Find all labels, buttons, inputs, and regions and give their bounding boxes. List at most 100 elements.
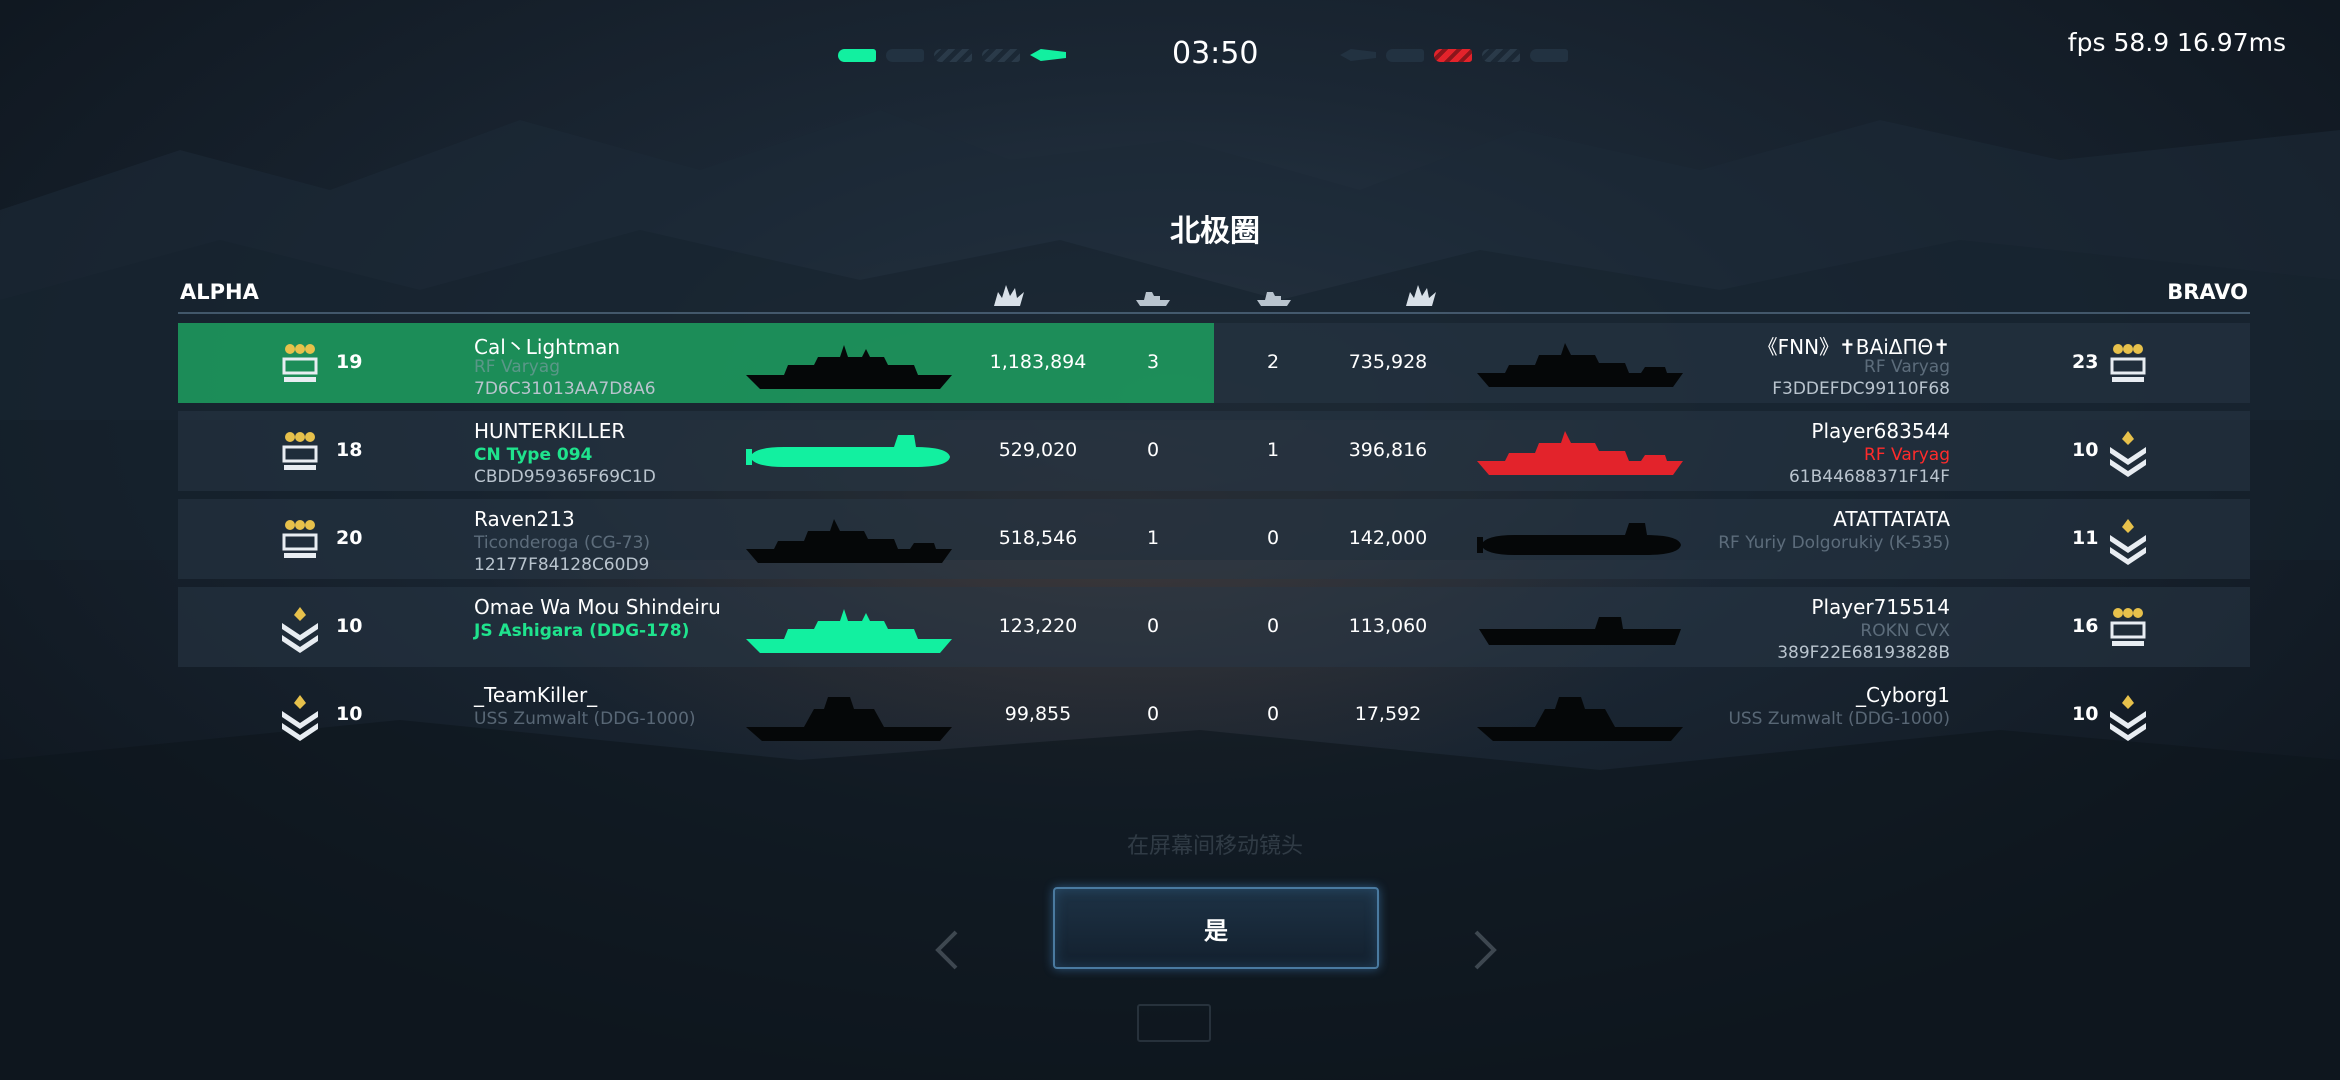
confirm-button[interactable]: 是 [1053, 887, 1379, 969]
scoreboard-row: 19 Cal丶Lightman RF Varyag 7D6C31013AA7D8A6 1… [178, 323, 2250, 403]
alpha-damage: 1,183,894 [989, 351, 1087, 373]
faint-ui-frame [1137, 1004, 1211, 1042]
alpha-kills: 3 [1146, 351, 1160, 373]
enemy-marker [1434, 48, 1472, 62]
bravo-damage: 113,060 [1348, 615, 1428, 637]
ship-kills-icon [1257, 292, 1291, 306]
player-name[interactable]: _Cyborg1 [1856, 683, 1950, 707]
player-level: 16 [2072, 615, 2099, 637]
rank-three-stars-icon [276, 341, 324, 389]
destroyer-silhouette-icon [744, 599, 954, 659]
alpha-damage: 99,855 [1004, 703, 1072, 725]
damage-icon [1406, 285, 1436, 306]
team-bravo-label: BRAVO [2167, 280, 2248, 304]
rank-chevrons-icon [2104, 429, 2152, 477]
player-name[interactable]: Cal丶Lightman [474, 331, 620, 360]
chevron-right-icon[interactable] [1470, 930, 1500, 970]
bravo-damage: 17,592 [1354, 703, 1422, 725]
match-timer: 03:50 [1172, 36, 1259, 71]
cruiser-silhouette-icon [1475, 423, 1685, 483]
ship-name: JS Ashigara (DDG-178) [474, 621, 690, 641]
scoreboard-row: 18 HUNTERKILLER CN Type 094 CBDD959365F69C1… [178, 411, 2250, 491]
player-name[interactable]: HUNTERKILLER [474, 419, 625, 443]
player-level: 10 [336, 703, 363, 725]
top-bar: 03:50 fps 58.9 16.97ms [0, 0, 2340, 100]
player-level: 18 [336, 439, 363, 461]
cruiser-silhouette-icon [1475, 335, 1685, 395]
ship-name: CN Type 094 [474, 445, 593, 465]
ship-name: RF Yuriy Dolgorukiy (K-535) [1718, 533, 1950, 553]
damage-icon [994, 285, 1024, 306]
alpha-kills: 1 [1146, 527, 1160, 549]
team-alpha-label: ALPHA [180, 280, 259, 304]
alpha-damage: 529,020 [998, 439, 1078, 461]
stealth-destroyer-silhouette-icon [1475, 687, 1685, 747]
bravo-kills: 0 [1266, 703, 1280, 725]
ship-name: RF Varyag [1864, 445, 1950, 465]
player-level: 19 [336, 351, 363, 373]
player-name[interactable]: Omae Wa Mou Shindeiru [474, 595, 721, 619]
cruiser-silhouette-icon [744, 511, 954, 571]
ship-name: RF Varyag [1864, 357, 1950, 377]
camera-hint-text: 在屏幕间移动镜头 [1126, 834, 1303, 859]
player-id: 12177F84128C60D9 [474, 555, 650, 575]
ally-marker [838, 48, 876, 62]
player-id: 389F22E68193828B [1777, 643, 1950, 663]
player-id: 7D6C31013AA7D8A6 [474, 379, 656, 399]
enemy-marker [1340, 49, 1376, 61]
alpha-damage: 123,220 [998, 615, 1078, 637]
stealth-destroyer-silhouette-icon [744, 687, 954, 747]
alpha-kills: 0 [1146, 615, 1160, 637]
enemy-marker [1386, 48, 1424, 62]
alpha-damage: 518,546 [998, 527, 1078, 549]
player-name[interactable]: Raven213 [474, 507, 575, 531]
rank-chevrons-icon [2104, 693, 2152, 741]
map-title: 北极圈 [1170, 214, 1260, 249]
rank-chevrons-icon [2104, 517, 2152, 565]
enemy-ship-markers [1340, 44, 1568, 66]
enemy-marker [1482, 48, 1520, 62]
player-name[interactable]: _TeamKiller_ [474, 683, 597, 707]
player-level: 10 [2072, 703, 2099, 725]
submarine-silhouette-icon [744, 423, 954, 483]
scoreboard-row: 10 Omae Wa Mou Shindeiru JS Ashigara (DDG-… [178, 587, 2250, 667]
player-name[interactable]: Player715514 [1811, 595, 1950, 619]
ship-name: USS Zumwalt (DDG-1000) [1728, 709, 1950, 729]
fps-counter: fps 58.9 16.97ms [2067, 28, 2286, 57]
carrier-silhouette-icon [1475, 599, 1685, 659]
rank-four-stars-icon [2104, 605, 2152, 653]
bravo-damage: 142,000 [1348, 527, 1428, 549]
ally-marker [934, 48, 972, 62]
ship-name: RF Varyag [474, 357, 560, 377]
alpha-kills: 0 [1146, 703, 1160, 725]
bravo-kills: 0 [1266, 527, 1280, 549]
header-divider [178, 312, 2250, 314]
ship-name: Ticonderoga (CG-73) [474, 533, 651, 553]
ship-name: ROKN CVX [1860, 621, 1950, 641]
bravo-damage: 735,928 [1348, 351, 1428, 373]
player-name[interactable]: Player683544 [1811, 419, 1950, 443]
ally-marker [1030, 49, 1066, 61]
rank-chevrons-icon [276, 693, 324, 741]
ally-ship-markers [838, 44, 1066, 66]
player-id: CBDD959365F69C1D [474, 467, 656, 487]
chevron-left-icon[interactable] [932, 930, 962, 970]
rank-chevrons-icon [276, 605, 324, 653]
player-name[interactable]: 《FNN》✝ВАіΔΠΘ✝ [1758, 331, 1950, 360]
player-level: 10 [2072, 439, 2099, 461]
submarine-silhouette-icon [1475, 511, 1685, 571]
rank-four-stars-icon [276, 517, 324, 565]
ship-kills-icon [1136, 292, 1170, 306]
rank-two-stars-icon [276, 429, 324, 477]
player-name[interactable]: ATATTATATA [1833, 507, 1950, 531]
ally-marker [982, 48, 1020, 62]
player-id: F3DDEFDC99110F68 [1772, 379, 1950, 399]
bravo-kills: 2 [1266, 351, 1280, 373]
rank-three-stars-icon [2104, 341, 2152, 389]
destroyer-silhouette-icon [744, 335, 954, 395]
scoreboard-row: 20 Raven213 Ticonderoga (CG-73) 12177F84128… [178, 499, 2250, 579]
enemy-marker [1530, 48, 1568, 62]
bravo-damage: 396,816 [1348, 439, 1428, 461]
ally-marker [886, 48, 924, 62]
scoreboard-row: 10 _TeamKiller_ USS Zumwalt (DDG-1000) 99,8… [178, 675, 2250, 755]
